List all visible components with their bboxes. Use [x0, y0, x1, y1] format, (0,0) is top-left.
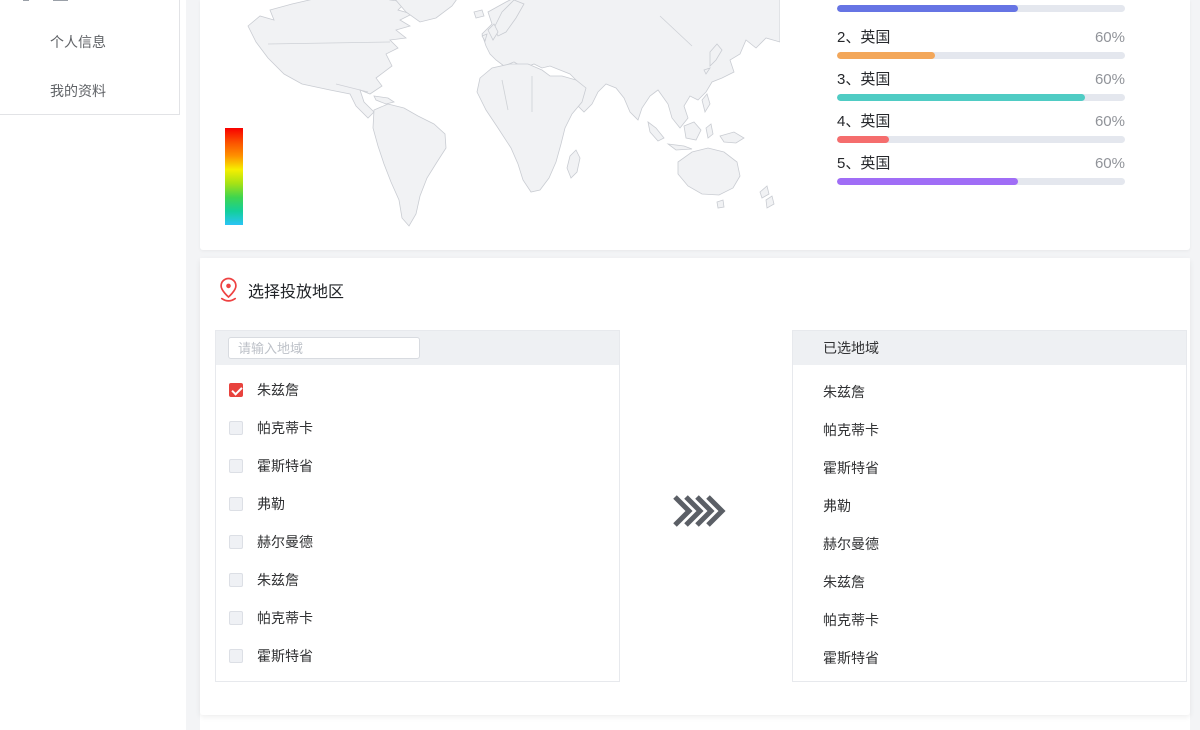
region-option[interactable]: 霍斯特省 [216, 637, 619, 675]
checkbox-icon[interactable] [229, 573, 243, 587]
ranking-percent: 60% [1095, 114, 1125, 130]
selected-panel-header: 已选地域 [793, 331, 1186, 365]
region-option-label: 弗勒 [257, 494, 285, 514]
region-option[interactable]: 朱兹詹 [216, 561, 619, 599]
progress-track [837, 94, 1125, 101]
checkbox-icon[interactable] [229, 459, 243, 473]
ranking-label: 3、英国 [837, 72, 890, 88]
selected-region-item[interactable]: 朱兹詹 [793, 373, 1186, 411]
section-header: 选择投放地区 [218, 277, 344, 302]
ranking-row: 3、英国 60% [837, 72, 1125, 101]
progress-fill [837, 178, 1018, 185]
sidebar-item-my-profile[interactable]: 我的资料 [50, 81, 106, 101]
checkbox-icon[interactable] [229, 535, 243, 549]
progress-track [837, 5, 1125, 12]
checkbox-icon[interactable] [229, 611, 243, 625]
ranking-row [837, 5, 1125, 12]
left-gutter [186, 0, 200, 730]
world-map [240, 0, 780, 235]
progress-track [837, 178, 1125, 185]
progress-fill [837, 136, 889, 143]
ranking-percent: 60% [1095, 156, 1125, 172]
progress-fill [837, 94, 1085, 101]
ranking-label: 4、英国 [837, 114, 890, 130]
selected-region-panel: 已选地域 朱兹詹 帕克蒂卡 霍斯特省 弗勒 赫尔曼德 朱兹詹 帕克蒂卡 霍斯特省 [792, 330, 1187, 682]
checkbox-icon[interactable] [229, 421, 243, 435]
progress-track [837, 136, 1125, 143]
region-option-label: 霍斯特省 [257, 646, 313, 666]
ranking-row: 2、英国 60% [837, 30, 1125, 59]
clipped-menu-text [23, 0, 29, 1]
ranking-row: 4、英国 60% [837, 114, 1125, 143]
checkbox-icon[interactable] [229, 649, 243, 663]
ranking-label: 5、英国 [837, 156, 890, 172]
region-option-list: 朱兹詹 帕克蒂卡 霍斯特省 弗勒 赫尔曼德 朱兹詹 [216, 365, 619, 675]
sidebar: 个人信息 我的资料 [0, 0, 180, 115]
ranking-label: 2、英国 [837, 30, 890, 46]
progress-track [837, 52, 1125, 59]
region-option[interactable]: 赫尔曼德 [216, 523, 619, 561]
region-option-label: 帕克蒂卡 [257, 608, 313, 628]
region-option[interactable]: 朱兹詹 [216, 371, 619, 409]
sidebar-item-personal-info[interactable]: 个人信息 [50, 32, 106, 52]
selected-region-list: 朱兹詹 帕克蒂卡 霍斯特省 弗勒 赫尔曼德 朱兹詹 帕克蒂卡 霍斯特省 [793, 365, 1186, 677]
region-option-label: 赫尔曼德 [257, 532, 313, 552]
selected-region-item[interactable]: 帕克蒂卡 [793, 411, 1186, 449]
region-option[interactable]: 霍斯特省 [216, 447, 619, 485]
progress-fill [837, 52, 935, 59]
transfer-arrows-icon[interactable] [672, 494, 728, 528]
region-search-input[interactable] [228, 337, 420, 359]
section-title: 选择投放地区 [248, 278, 344, 302]
region-option[interactable]: 弗勒 [216, 485, 619, 523]
region-option-label: 霍斯特省 [257, 456, 313, 476]
region-option[interactable]: 帕克蒂卡 [216, 599, 619, 637]
ranking-percent: 60% [1095, 72, 1125, 88]
region-option-label: 朱兹詹 [257, 570, 299, 590]
source-panel-header [216, 331, 619, 365]
region-option-label: 朱兹詹 [257, 380, 299, 400]
ranking-row: 5、英国 60% [837, 156, 1125, 185]
checkbox-icon[interactable] [229, 383, 243, 397]
selected-region-item[interactable]: 弗勒 [793, 487, 1186, 525]
region-option[interactable]: 帕克蒂卡 [216, 409, 619, 447]
location-pin-icon [218, 277, 239, 302]
selected-region-item[interactable]: 赫尔曼德 [793, 525, 1186, 563]
selected-region-item[interactable]: 霍斯特省 [793, 449, 1186, 487]
progress-fill [837, 5, 1018, 12]
selected-region-item[interactable]: 霍斯特省 [793, 639, 1186, 677]
selected-region-item[interactable]: 朱兹詹 [793, 563, 1186, 601]
clipped-menu-text [53, 0, 68, 1]
map-color-scale-legend [225, 128, 243, 225]
checkbox-icon[interactable] [229, 497, 243, 511]
selected-panel-title: 已选地域 [793, 338, 879, 358]
selected-region-item[interactable]: 帕克蒂卡 [793, 601, 1186, 639]
region-select-card: 选择投放地区 朱兹詹 帕克蒂卡 霍斯特省 弗勒 [200, 258, 1190, 715]
source-region-panel: 朱兹詹 帕克蒂卡 霍斯特省 弗勒 赫尔曼德 朱兹詹 [215, 330, 620, 682]
region-option-label: 帕克蒂卡 [257, 418, 313, 438]
map-ranking-card: 2、英国 60% 3、英国 60% 4、英国 60% 5、英国 60% [200, 0, 1190, 250]
ranking-percent: 60% [1095, 30, 1125, 46]
right-gutter [1190, 0, 1200, 730]
